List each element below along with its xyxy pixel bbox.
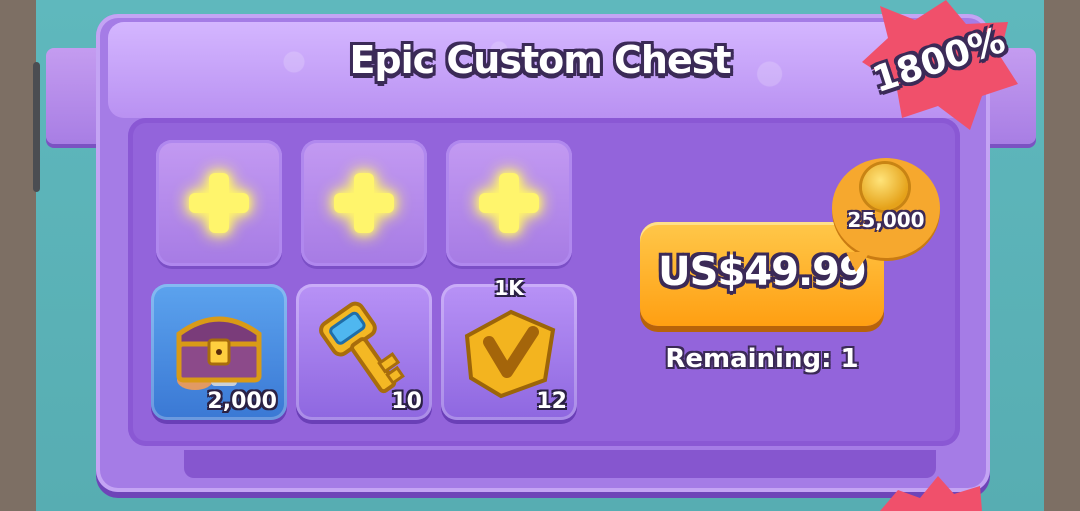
reward-count: 2,000 <box>207 389 277 414</box>
panel-bottom-strip <box>184 450 936 478</box>
coin-icon <box>862 164 908 210</box>
reward-key[interactable]: 10 <box>296 284 432 420</box>
custom-slot-1[interactable] <box>156 140 282 266</box>
custom-slot-3[interactable] <box>446 140 572 266</box>
bonus-coins-bubble: 25,000 <box>832 158 940 272</box>
plus-icon <box>189 173 249 233</box>
next-offer-starburst-icon <box>880 476 982 511</box>
custom-slot-2[interactable] <box>301 140 427 266</box>
reward-count: 10 <box>391 389 422 414</box>
reward-count: 12 <box>536 389 567 414</box>
plus-icon <box>479 173 539 233</box>
bonus-coins-amount: 25,000 <box>847 208 925 232</box>
reward-chest[interactable]: 2,000 <box>151 284 287 420</box>
remaining-count: Remaining: 1 <box>665 344 859 374</box>
reward-badge[interactable]: 1K 12 <box>441 276 577 420</box>
plus-icon <box>334 173 394 233</box>
